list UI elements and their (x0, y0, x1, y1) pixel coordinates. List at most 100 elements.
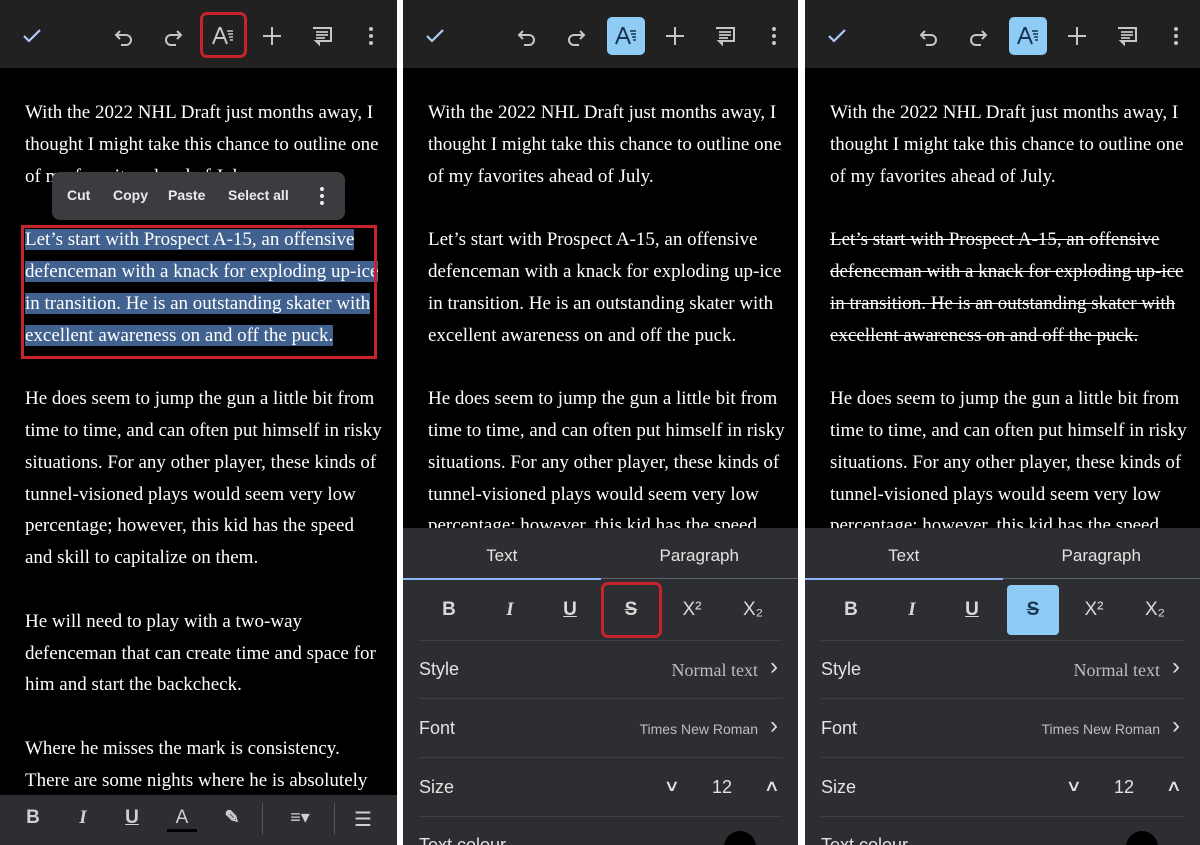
more-vert-icon[interactable] (310, 184, 334, 208)
divider (821, 757, 1184, 758)
more-vert-icon (762, 24, 786, 48)
bold-button[interactable]: B (18, 807, 48, 829)
text-line: thought I might take this chance to outl… (830, 129, 1187, 161)
style-row[interactable]: Style Normal text › (419, 653, 782, 685)
redo-button[interactable] (557, 17, 595, 55)
italic-button[interactable]: I (68, 807, 98, 829)
redo-button[interactable] (154, 17, 192, 55)
tab-paragraph[interactable]: Paragraph (601, 546, 799, 566)
line-text: He will need to play with a two-way (25, 610, 303, 632)
plus-icon (1065, 24, 1089, 48)
line-text: thought I might take this chance to outl… (25, 133, 379, 155)
text-format-button[interactable] (607, 17, 645, 55)
context-menu: Cut Copy Paste Select all (52, 172, 345, 220)
check-button[interactable] (416, 17, 454, 55)
more-vert-button[interactable] (755, 17, 793, 55)
paragraph: With the 2022 NHL Draft just months away… (428, 97, 785, 192)
style-row[interactable]: Style Normal text › (821, 653, 1184, 685)
text-colour-row[interactable]: Text colour (821, 831, 1184, 845)
text-colour-label: Text colour (821, 835, 909, 845)
text-line: With the 2022 NHL Draft just months away… (830, 97, 1187, 129)
text-line: Where he misses the mark is consistency. (25, 733, 382, 765)
chevron-right-icon: › (770, 653, 778, 680)
align-dropdown-icon[interactable]: ≡▾ (280, 807, 320, 828)
check-button[interactable] (818, 17, 856, 55)
text-line: time to time, and can often put himself … (25, 415, 382, 447)
check-icon (423, 24, 447, 48)
tab-text[interactable]: Text (403, 546, 601, 566)
tab-text[interactable]: Text (805, 546, 1003, 566)
size-increase-button[interactable]: ∧ (1166, 776, 1182, 796)
top-toolbar (805, 0, 1200, 68)
italic-button[interactable]: I (484, 585, 536, 635)
format-panel: Text Paragraph B I U S X² X₂ Style Normal text › Fo… (805, 528, 1200, 845)
context-paste[interactable]: Paste (168, 187, 205, 203)
context-cut[interactable]: Cut (67, 187, 90, 203)
font-row[interactable]: Font Times New Roman › (419, 712, 782, 744)
comment-button[interactable] (706, 17, 744, 55)
text-color-button[interactable]: A (167, 807, 197, 832)
text-line: of my favorites ahead of July. (428, 161, 785, 193)
text-format-button[interactable] (1009, 17, 1047, 55)
bullet-list-icon[interactable]: ☰ (348, 807, 378, 832)
plus-button[interactable] (656, 17, 694, 55)
text-colour-swatch[interactable] (1126, 831, 1158, 845)
superscript-button[interactable]: X² (1068, 585, 1120, 635)
tab-paragraph[interactable]: Paragraph (1003, 546, 1200, 566)
undo-button[interactable] (910, 17, 948, 55)
text-line: thought I might take this chance to outl… (428, 129, 785, 161)
text-line: There are some nights where he is absolu… (25, 765, 382, 797)
more-vert-button[interactable] (1157, 17, 1195, 55)
font-value: Times New Roman (639, 721, 758, 737)
screen-3-strikethrough-applied: With the 2022 NHL Draft just months away… (805, 0, 1200, 845)
size-decrease-button[interactable]: ∨ (664, 776, 680, 796)
redo-button[interactable] (959, 17, 997, 55)
divider (262, 803, 263, 835)
divider (821, 816, 1184, 817)
comment-button[interactable] (303, 17, 341, 55)
highlighter-icon[interactable]: ✎ (217, 807, 247, 828)
bold-button[interactable]: B (825, 585, 877, 635)
text-colour-row[interactable]: Text colour (419, 831, 782, 845)
font-row[interactable]: Font Times New Roman › (821, 712, 1184, 744)
paragraph: He does seem to jump the gun a little bi… (25, 383, 382, 574)
screen-1-selection: With the 2022 NHL Draft just months away… (0, 0, 397, 845)
highlight-box (200, 12, 247, 58)
size-increase-button[interactable]: ∧ (764, 776, 780, 796)
bold-button[interactable]: B (423, 585, 475, 635)
size-row[interactable]: Size ∨ 12 ∧ (821, 773, 1184, 803)
redo-icon (966, 24, 990, 48)
strikethrough-button[interactable]: S (1007, 585, 1059, 635)
context-copy[interactable]: Copy (113, 187, 148, 203)
plus-button[interactable] (253, 17, 291, 55)
line-text: tunnel-visioned plays would seem very lo… (25, 483, 356, 505)
size-row[interactable]: Size ∨ 12 ∧ (419, 773, 782, 803)
more-vert-icon (359, 24, 383, 48)
check-button[interactable] (13, 17, 51, 55)
italic-button[interactable]: I (886, 585, 938, 635)
text-line: defenceman with a knack for exploding up… (428, 256, 785, 288)
undo-button[interactable] (508, 17, 546, 55)
comment-button[interactable] (1108, 17, 1146, 55)
context-select-all[interactable]: Select all (228, 187, 289, 203)
underline-button[interactable]: U (946, 585, 998, 635)
line-text: thought I might take this chance to outl… (428, 133, 782, 155)
line-text: situations. For any other player, these … (428, 451, 780, 473)
divider (334, 803, 335, 835)
more-vert-button[interactable] (352, 17, 390, 55)
check-icon (825, 24, 849, 48)
comment-icon (1115, 24, 1139, 48)
underline-button[interactable]: U (544, 585, 596, 635)
font-label: Font (821, 718, 858, 738)
subscript-button[interactable]: X₂ (1129, 585, 1181, 635)
underline-button[interactable]: U (117, 807, 147, 829)
redo-icon (564, 24, 588, 48)
subscript-button[interactable]: X₂ (727, 585, 779, 635)
size-decrease-button[interactable]: ∨ (1066, 776, 1082, 796)
undo-button[interactable] (105, 17, 143, 55)
divider (419, 640, 782, 641)
line-text: of my favorites ahead of July. (428, 165, 654, 187)
text-colour-swatch[interactable] (724, 831, 756, 845)
superscript-button[interactable]: X² (666, 585, 718, 635)
plus-button[interactable] (1058, 17, 1096, 55)
